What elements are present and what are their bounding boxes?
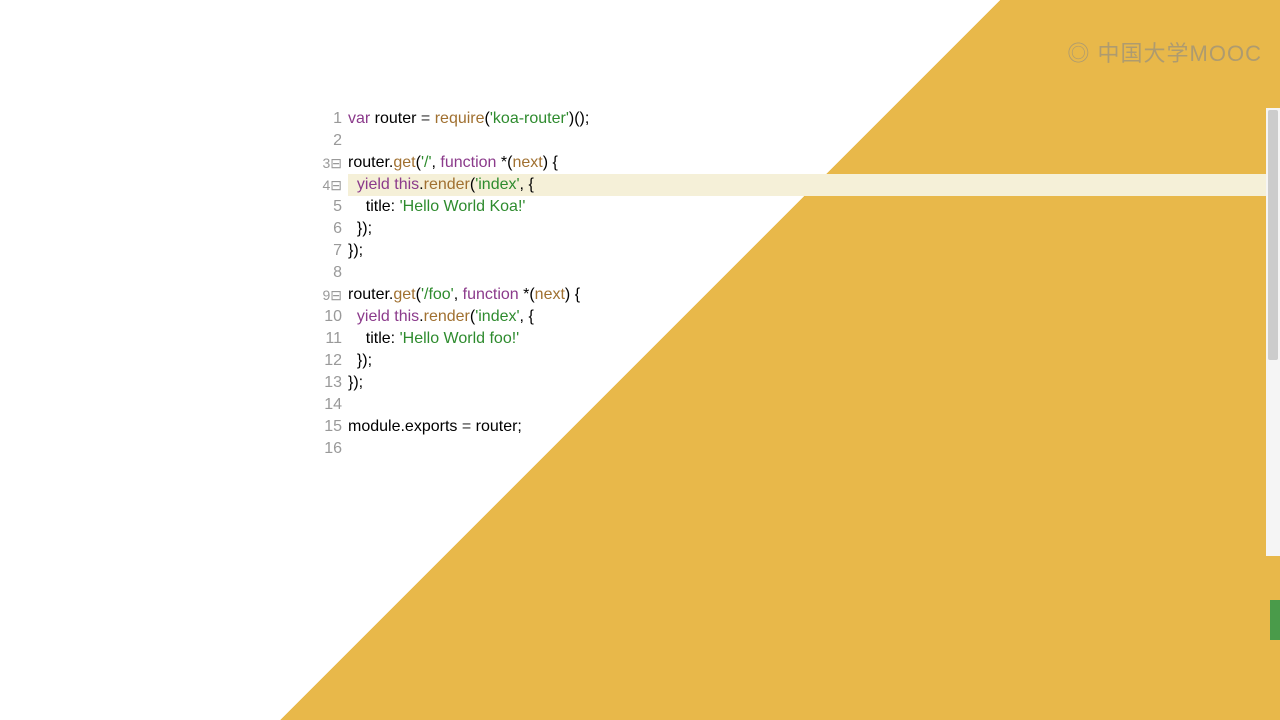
editor-tabs: product.json⊠index.ejs⊠product.ejs⊠index… xyxy=(300,82,1280,108)
side-tab[interactable] xyxy=(1270,600,1280,640)
editor-tab[interactable]: index.js⊠ xyxy=(633,83,724,107)
editor-scrollbar-v[interactable] xyxy=(1266,108,1280,556)
code-editor[interactable]: 123⊟4⊟56789⊟10111213141516 var router = … xyxy=(300,108,1280,556)
